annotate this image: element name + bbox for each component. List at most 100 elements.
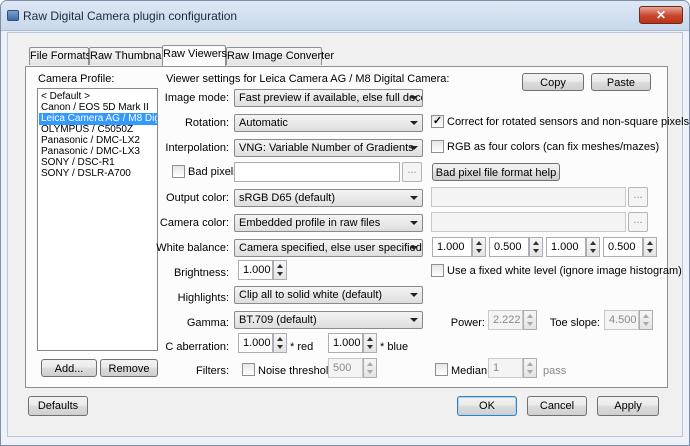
spin-up-icon bbox=[527, 314, 533, 318]
ok-button[interactable]: OK bbox=[457, 396, 517, 416]
white-balance-select[interactable]: Camera specified, else user specified bbox=[234, 239, 423, 257]
spin-down-icon bbox=[590, 249, 596, 253]
interpolation-label: Interpolation: bbox=[165, 142, 229, 154]
copy-button[interactable]: Copy bbox=[522, 73, 584, 91]
output-color-select[interactable]: sRGB D65 (default) bbox=[234, 189, 423, 207]
median-passes-input[interactable]: 1 bbox=[488, 358, 523, 378]
power-label: Power: bbox=[450, 317, 485, 329]
image-mode-select[interactable]: Fast preview if available, else full dec… bbox=[234, 89, 423, 107]
wb-multiplier-b-spinner[interactable] bbox=[586, 237, 600, 257]
noise-threshold-spinner[interactable] bbox=[363, 358, 377, 378]
image-mode-value: Fast preview if available, else full dec… bbox=[239, 92, 423, 104]
remove-profile-button[interactable]: Remove bbox=[100, 359, 158, 377]
red-suffix-label: * red bbox=[290, 341, 314, 353]
c-aberration-blue-input[interactable]: 1.000 bbox=[328, 333, 363, 353]
spin-down-icon bbox=[643, 322, 649, 326]
tab-raw-image-converter[interactable]: Raw Image Converter bbox=[226, 47, 334, 65]
tab-raw-viewers[interactable]: Raw Viewers bbox=[162, 45, 227, 66]
noise-threshold-checkbox[interactable] bbox=[242, 363, 255, 376]
spin-down-icon bbox=[367, 345, 373, 349]
median-label: Median: bbox=[451, 365, 491, 377]
c-aberration-red-spinner[interactable] bbox=[273, 333, 287, 353]
noise-threshold-label: Noise threshold: bbox=[258, 365, 338, 377]
chevron-down-icon bbox=[410, 121, 418, 125]
title-bar[interactable]: Raw Digital Camera plugin configuration … bbox=[1, 1, 689, 31]
brightness-spinner[interactable] bbox=[273, 260, 287, 280]
fixed-white-label: Use a fixed white level (ignore image hi… bbox=[447, 265, 682, 277]
correct-rotated-label: Correct for rotated sensors and non-squa… bbox=[447, 116, 690, 128]
image-mode-label: Image mode: bbox=[164, 92, 229, 104]
spin-up-icon bbox=[367, 337, 373, 341]
median-passes-spinner[interactable] bbox=[523, 358, 537, 378]
power-input[interactable]: 2.222 bbox=[488, 310, 523, 330]
bad-pixels-file-input[interactable] bbox=[234, 162, 400, 182]
interpolation-value: VNG: Variable Number of Gradients bbox=[239, 142, 414, 154]
camera-color-value: Embedded profile in raw files bbox=[239, 217, 381, 229]
noise-threshold-input[interactable]: 500 bbox=[328, 358, 363, 378]
wb-multiplier-b-input[interactable]: 1.000 bbox=[546, 237, 586, 257]
power-spinner[interactable] bbox=[523, 310, 537, 330]
c-aberration-blue-spinner[interactable] bbox=[363, 333, 377, 353]
close-button[interactable]: ✕ bbox=[639, 6, 683, 24]
spin-down-icon bbox=[647, 249, 653, 253]
rgb-four-colors-label: RGB as four colors (can fix meshes/mazes… bbox=[447, 141, 660, 153]
chevron-down-icon bbox=[410, 221, 418, 225]
camera-color-select[interactable]: Embedded profile in raw files bbox=[234, 214, 423, 232]
highlights-value: Clip all to solid white (default) bbox=[239, 289, 383, 301]
wb-multiplier-g2-input[interactable]: 0.500 bbox=[603, 237, 643, 257]
output-color-label: Output color: bbox=[166, 192, 229, 204]
spin-up-icon bbox=[590, 241, 596, 245]
spin-down-icon bbox=[367, 370, 373, 374]
viewer-settings-heading: Viewer settings for Leica Camera AG / M8… bbox=[166, 73, 450, 85]
c-aberration-red-input[interactable]: 1.000 bbox=[238, 333, 273, 353]
highlights-select[interactable]: Clip all to solid white (default) bbox=[234, 286, 423, 304]
tab-file-formats[interactable]: File Formats bbox=[29, 47, 91, 65]
tab-raw-thumbnails[interactable]: Raw Thumbnails bbox=[89, 47, 172, 65]
interpolation-select[interactable]: VNG: Variable Number of Gradients bbox=[234, 139, 423, 157]
toe-slope-spinner[interactable] bbox=[639, 310, 653, 330]
fixed-white-checkbox[interactable] bbox=[431, 264, 444, 277]
cancel-button[interactable]: Cancel bbox=[527, 396, 587, 416]
spin-up-icon bbox=[527, 362, 533, 366]
defaults-button[interactable]: Defaults bbox=[28, 396, 88, 416]
spin-up-icon bbox=[277, 337, 283, 341]
wb-multiplier-r-spinner[interactable] bbox=[472, 237, 486, 257]
rotation-label: Rotation: bbox=[184, 117, 229, 129]
bad-pixels-checkbox[interactable] bbox=[172, 165, 185, 178]
toe-slope-input[interactable]: 4.500 bbox=[604, 310, 639, 330]
wb-multiplier-r-input[interactable]: 1.000 bbox=[432, 237, 472, 257]
apply-button[interactable]: Apply bbox=[597, 396, 659, 416]
add-profile-button[interactable]: Add... bbox=[41, 359, 97, 377]
wb-multiplier-g1-spinner[interactable] bbox=[529, 237, 543, 257]
camera-profile-list[interactable]: < Default > Canon / EOS 5D Mark II Leica… bbox=[37, 88, 158, 351]
list-item[interactable]: SONY / DSLR-A700 bbox=[41, 168, 157, 180]
output-profile-path-input[interactable] bbox=[431, 187, 626, 207]
white-balance-label: White balance: bbox=[156, 242, 229, 254]
spin-up-icon bbox=[476, 241, 482, 245]
spin-down-icon bbox=[277, 345, 283, 349]
camera-profile-browse-button[interactable]: ... bbox=[628, 212, 648, 232]
chevron-down-icon bbox=[410, 196, 418, 200]
correct-rotated-checkbox[interactable]: ✓ bbox=[431, 115, 444, 128]
bad-pixel-help-button[interactable]: Bad pixel file format help bbox=[432, 163, 560, 181]
camera-profile-path-input[interactable] bbox=[431, 212, 626, 232]
app-icon bbox=[7, 10, 19, 21]
pass-label: pass bbox=[543, 365, 567, 377]
gamma-select[interactable]: BT.709 (default) bbox=[234, 311, 423, 329]
median-checkbox[interactable] bbox=[435, 363, 448, 376]
rotation-select[interactable]: Automatic bbox=[234, 114, 423, 132]
output-profile-browse-button[interactable]: ... bbox=[628, 187, 648, 207]
spin-up-icon bbox=[533, 241, 539, 245]
spin-down-icon bbox=[527, 322, 533, 326]
bad-pixels-browse-button[interactable]: ... bbox=[402, 162, 422, 182]
blue-suffix-label: * blue bbox=[380, 341, 409, 353]
dialog-window: Raw Digital Camera plugin configuration … bbox=[0, 0, 690, 446]
wb-multiplier-g1-input[interactable]: 0.500 bbox=[489, 237, 529, 257]
white-balance-value: Camera specified, else user specified bbox=[239, 242, 422, 254]
rgb-four-colors-checkbox[interactable] bbox=[431, 140, 444, 153]
rotation-value: Automatic bbox=[239, 117, 288, 129]
brightness-input[interactable]: 1.000 bbox=[238, 260, 273, 280]
camera-color-label: Camera color: bbox=[159, 217, 229, 229]
paste-button[interactable]: Paste bbox=[591, 73, 651, 91]
wb-multiplier-g2-spinner[interactable] bbox=[643, 237, 657, 257]
